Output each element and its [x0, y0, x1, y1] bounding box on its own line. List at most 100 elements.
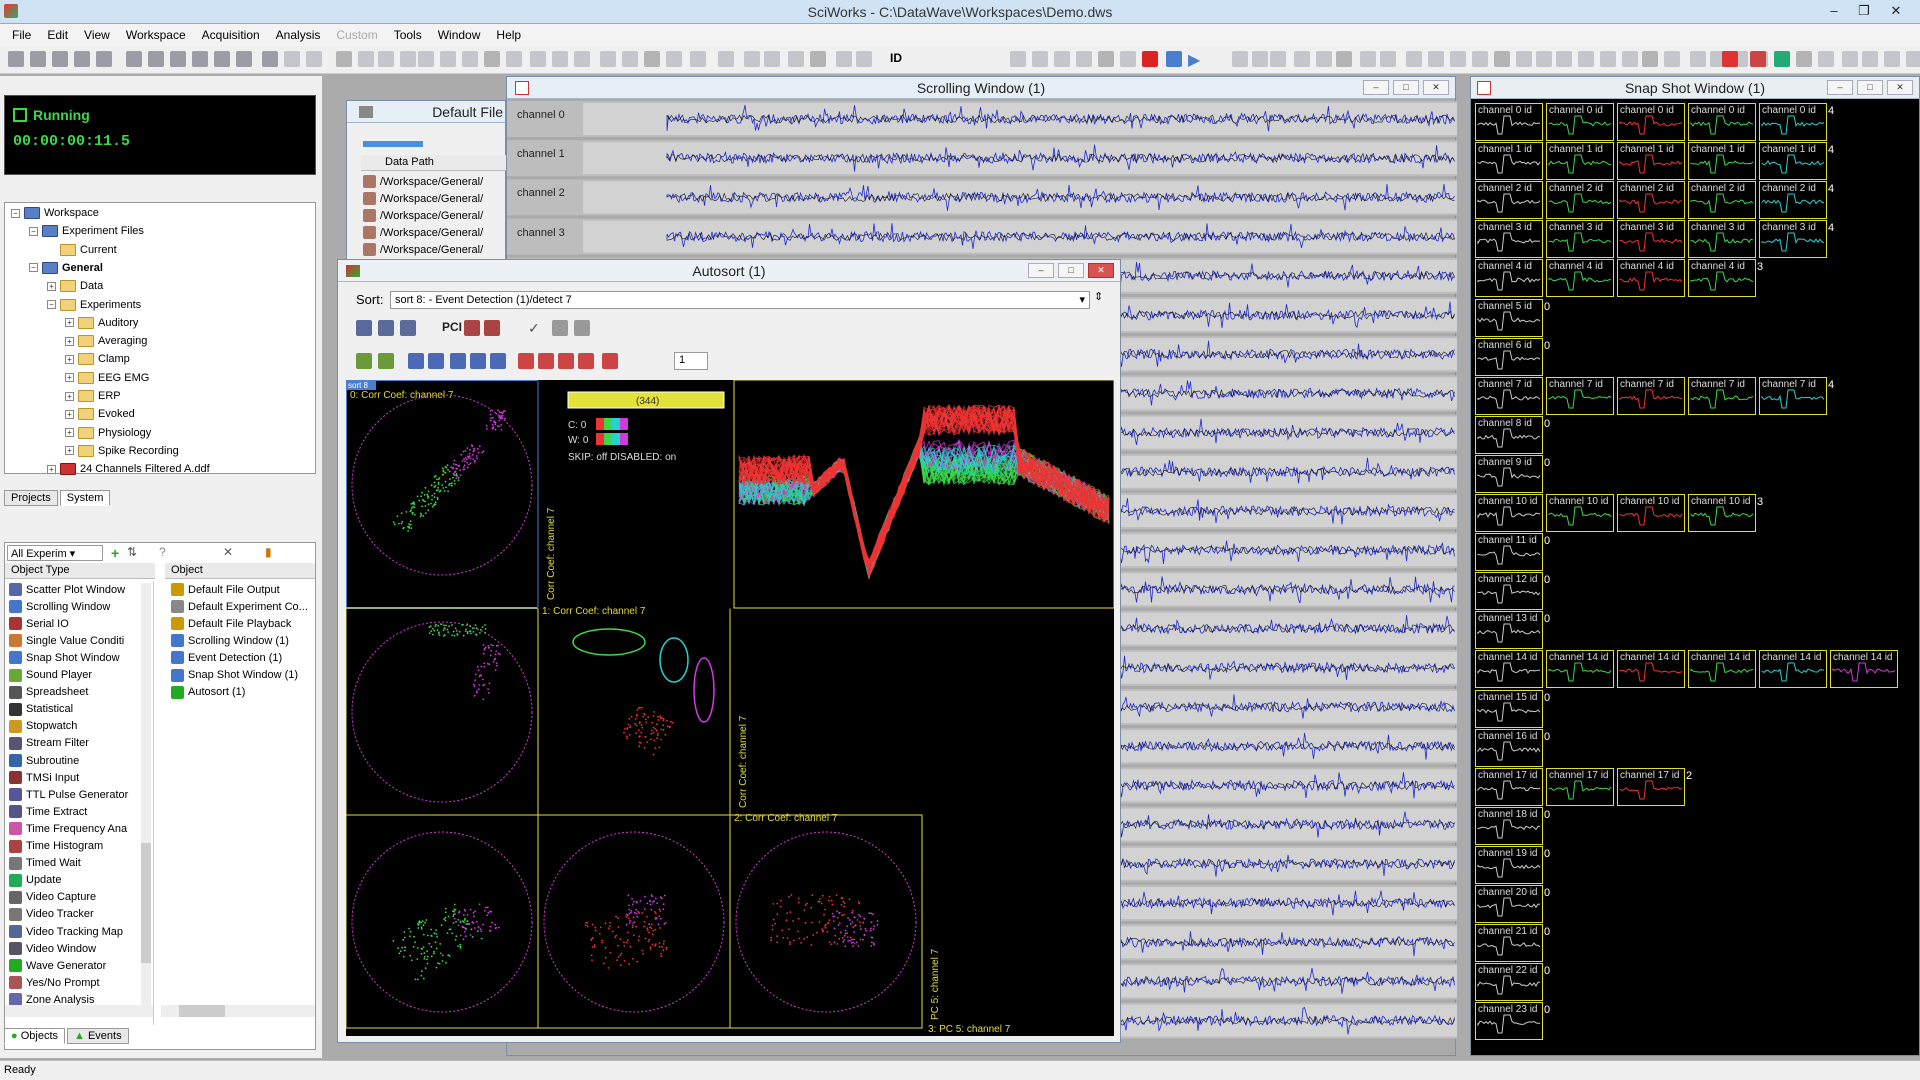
tab-events[interactable]: ▲ Events — [67, 1028, 129, 1044]
menu-window[interactable]: Window — [430, 28, 489, 42]
expand-toggle-icon[interactable]: + — [65, 318, 74, 328]
check-icon[interactable]: ✓ — [528, 320, 540, 337]
snapshot-cell[interactable]: channel 13 id — [1475, 611, 1543, 650]
toolbar-tool-icon[interactable] — [744, 51, 760, 67]
tree-node[interactable]: + Clamp — [65, 353, 130, 366]
toolbar-tool-icon[interactable] — [1360, 51, 1376, 67]
maximize-button[interactable]: □ — [1058, 263, 1084, 278]
snapshot-cell[interactable]: channel 4 id — [1475, 259, 1543, 298]
type-list-scrollbar[interactable] — [141, 583, 151, 1013]
tree-node[interactable]: + ERP — [65, 390, 121, 402]
menu-edit[interactable]: Edit — [39, 28, 76, 42]
toolbar-tool-icon[interactable] — [30, 51, 46, 67]
tab-projects[interactable]: Projects — [4, 490, 58, 506]
toolbar-tool-icon[interactable] — [1472, 51, 1488, 67]
snapshot-cell[interactable]: channel 7 id — [1546, 376, 1614, 415]
autosort-tool-icon[interactable] — [558, 353, 574, 369]
minimize-button[interactable]: – — [1363, 80, 1389, 95]
snapshot-cell[interactable]: channel 19 id — [1475, 845, 1543, 884]
tab-system[interactable]: System — [59, 490, 111, 506]
snapshot-cell[interactable]: channel 4 id — [1688, 259, 1756, 298]
toolbar-tool-icon[interactable] — [418, 51, 434, 67]
expand-toggle-icon[interactable]: + — [47, 281, 56, 291]
snapshot-cell[interactable]: channel 4 id — [1617, 259, 1685, 298]
toolbar-tool-icon[interactable] — [1428, 51, 1444, 67]
sort-select[interactable]: sort 8: - Event Detection (1)/detect 7 ▾ — [390, 291, 1090, 309]
snapshot-titlebar[interactable]: Snap Shot Window (1) – □ ✕ — [1471, 77, 1919, 99]
toolbar-tool-icon[interactable] — [1600, 51, 1616, 67]
object-type-item[interactable]: TMSi Input — [9, 769, 79, 786]
toolbar-tool-icon[interactable] — [1076, 51, 1092, 67]
restore-button[interactable]: ❐ — [1850, 2, 1878, 20]
toolbar-tool-icon[interactable] — [690, 51, 706, 67]
snapshot-cell[interactable]: channel 0 id — [1546, 103, 1614, 141]
toolbar-tool-icon[interactable] — [1516, 51, 1532, 67]
bar-chart-icon[interactable]: ▮ — [265, 545, 272, 559]
snapshot-cell[interactable]: channel 18 id — [1475, 806, 1543, 845]
snapshot-window[interactable]: Snap Shot Window (1) – □ ✕ channel 0 id cha… — [1470, 76, 1920, 1056]
object-item[interactable]: Event Detection (1) — [171, 649, 282, 666]
object-type-item[interactable]: Statistical — [9, 701, 73, 718]
scrolling-titlebar[interactable]: Scrolling Window (1) – □ ✕ — [507, 77, 1455, 99]
snapshot-cell[interactable]: channel 16 id — [1475, 728, 1543, 767]
snapshot-cell[interactable]: channel 0 id — [1688, 103, 1756, 141]
tree-node[interactable]: − Experiments — [47, 298, 141, 311]
menu-tools[interactable]: Tools — [386, 28, 430, 42]
snapshot-cell[interactable]: channel 7 id — [1475, 376, 1543, 415]
snapshot-cell[interactable]: channel 17 id — [1617, 767, 1685, 806]
toolbar-tool-icon[interactable] — [358, 51, 374, 67]
snapshot-cell[interactable]: channel 17 id — [1546, 767, 1614, 806]
toolbar-tool-icon[interactable] — [262, 51, 278, 67]
toolbar-tool-icon[interactable] — [74, 51, 90, 67]
toolbar-tool-icon[interactable] — [378, 51, 394, 67]
toolbar-tool-icon[interactable] — [1884, 51, 1900, 67]
tree-node[interactable]: + Physiology — [65, 426, 151, 439]
expand-toggle-icon[interactable]: + — [65, 336, 74, 346]
toolbar-tool-icon[interactable] — [1010, 51, 1026, 67]
object-type-item[interactable]: Subroutine — [9, 752, 79, 769]
toolbar-tool-icon[interactable] — [1232, 51, 1248, 67]
object-type-item[interactable]: Video Tracker — [9, 906, 94, 923]
object-item[interactable]: Default Experiment Co... — [171, 598, 308, 615]
expand-toggle-icon[interactable]: + — [65, 409, 74, 419]
minimize-button[interactable]: – — [1827, 80, 1853, 95]
toolbar-tool-icon[interactable] — [1642, 51, 1658, 67]
delete-icon[interactable]: ✕ — [223, 545, 233, 559]
toolbar-tool-icon[interactable] — [1818, 51, 1834, 67]
tree-node[interactable]: + Evoked — [65, 408, 135, 421]
close-button[interactable]: ✕ — [1882, 2, 1910, 20]
autosort-tool-icon[interactable] — [578, 353, 594, 369]
autosort-tool-icon[interactable] — [602, 353, 618, 369]
tree-node[interactable]: − General — [29, 261, 103, 274]
snapshot-cell[interactable]: channel 1 id — [1546, 142, 1614, 181]
sort-icon[interactable]: ⇅ — [127, 545, 137, 559]
snapshot-cell[interactable]: channel 21 id — [1475, 924, 1543, 963]
minimize-button[interactable]: – — [1028, 263, 1054, 278]
toolbar-tool-icon[interactable] — [1120, 51, 1136, 67]
autosort-tool-icon[interactable] — [408, 353, 424, 369]
experiment-filter-select[interactable]: All Experim ▾ — [7, 545, 103, 561]
object-type-item[interactable]: Single Value Conditi — [9, 632, 124, 649]
expand-toggle-icon[interactable]: − — [11, 208, 20, 218]
snapshot-cell[interactable]: channel 2 id — [1475, 181, 1543, 220]
toolbar-tool-icon[interactable] — [1796, 51, 1812, 67]
toolbar-tool-icon[interactable] — [810, 51, 826, 67]
toolbar-tool-icon[interactable] — [96, 51, 112, 67]
autosort-plot-area[interactable]: sort 8 0: Corr Coef: channel 7 1: Corr Coe… — [345, 379, 1115, 1036]
object-item[interactable]: Scrolling Window (1) — [171, 632, 289, 649]
snapshot-cell[interactable]: channel 22 id — [1475, 963, 1543, 1002]
object-item[interactable]: Autosort (1) — [171, 684, 245, 701]
minimize-button[interactable]: – — [1820, 2, 1848, 20]
toolbar-tool-icon[interactable] — [1906, 51, 1920, 67]
default-file-titlebar[interactable]: Default File — [347, 101, 505, 123]
toolbar-tool-icon[interactable] — [644, 51, 660, 67]
expand-toggle-icon[interactable]: + — [65, 446, 74, 456]
add-icon[interactable]: + — [111, 545, 119, 561]
object-item[interactable]: Default File Playback — [171, 615, 291, 632]
autosort-tool-icon[interactable] — [400, 320, 416, 336]
menu-acquisition[interactable]: Acquisition — [194, 28, 268, 42]
snapshot-cell[interactable]: channel 5 id — [1475, 298, 1543, 337]
expand-toggle-icon[interactable]: + — [65, 391, 74, 401]
data-path-item[interactable]: /Workspace/General/ — [363, 241, 483, 258]
snapshot-cell[interactable]: channel 2 id — [1617, 181, 1685, 220]
